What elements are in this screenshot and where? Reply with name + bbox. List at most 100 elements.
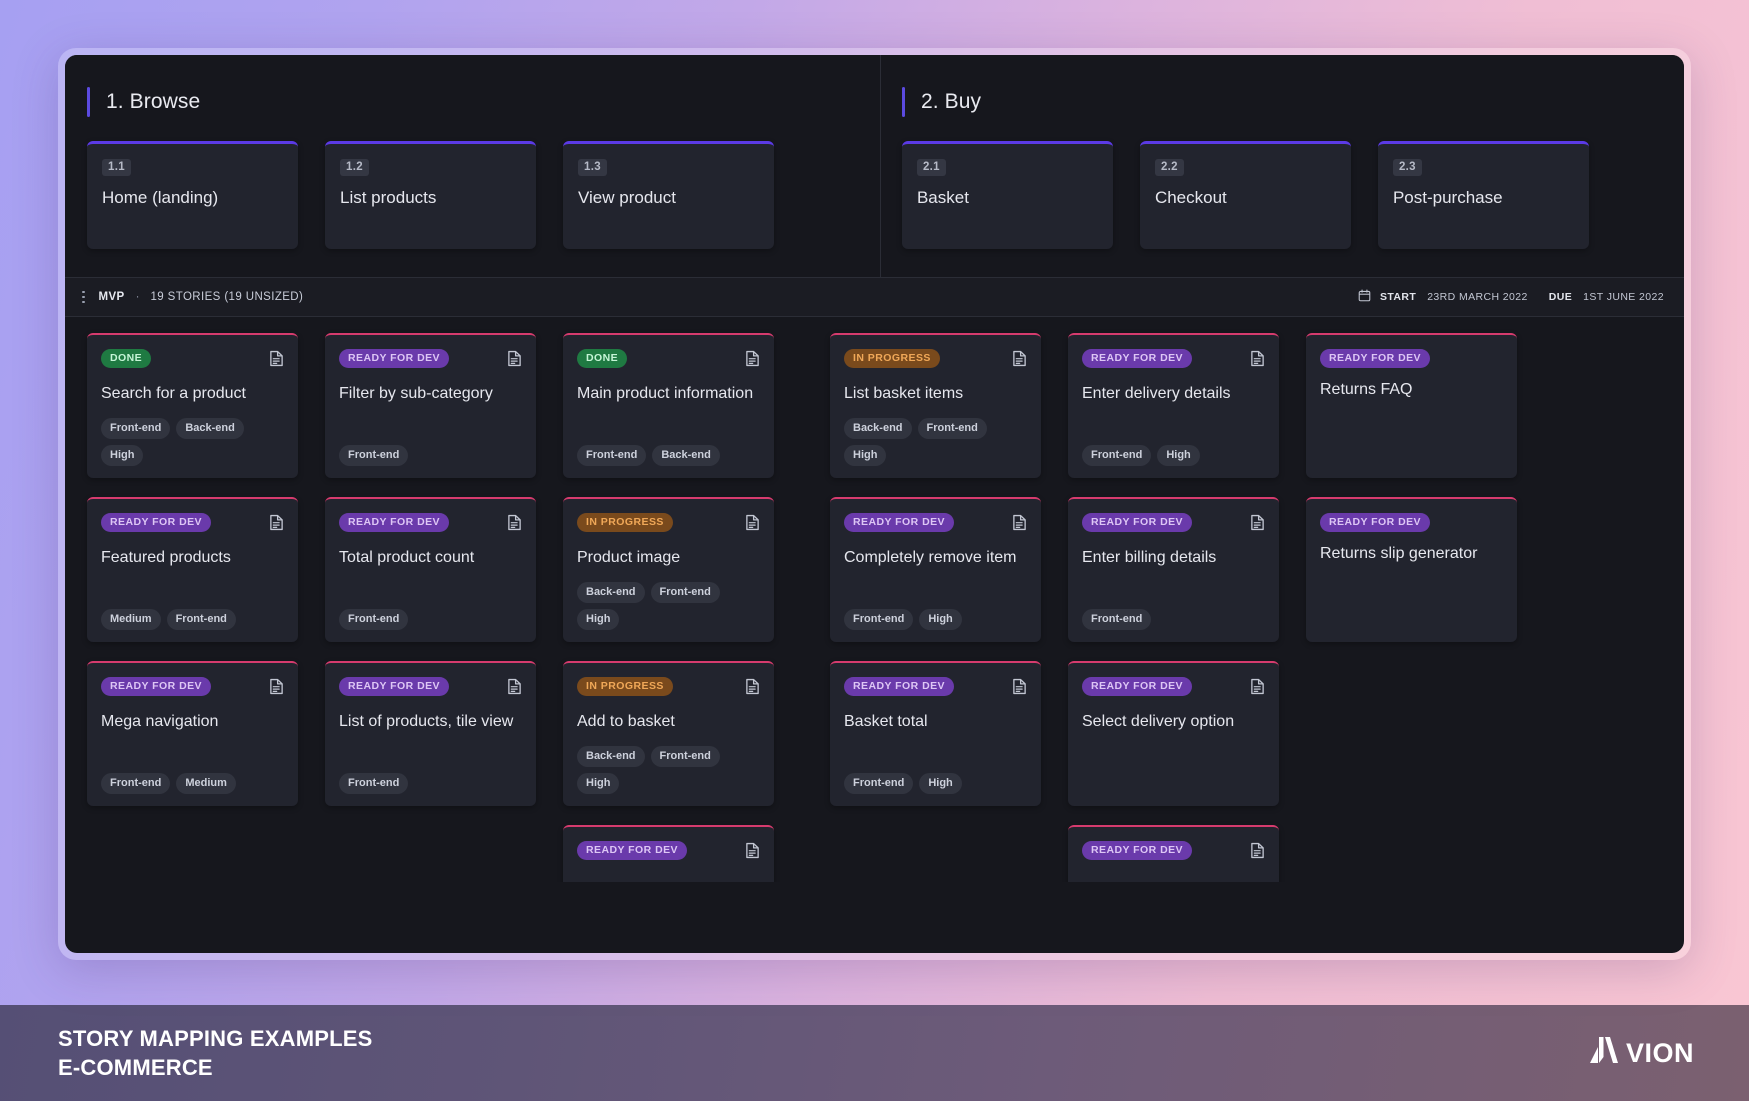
document-icon[interactable] [269,514,284,536]
document-icon[interactable] [1250,678,1265,700]
story-column-2.2: READY FOR DEV Enter delivery details Front… [1068,333,1279,882]
document-icon[interactable] [1012,514,1027,536]
document-icon[interactable] [1250,350,1265,372]
story-card-header: READY FOR DEV [844,677,1027,700]
story-card[interactable]: DONE Search for a product Front-end Back-en… [87,333,298,478]
kebab-menu-icon[interactable] [79,289,88,306]
story-card[interactable]: READY FOR DEV Returns FAQ [1306,333,1517,478]
story-card[interactable]: READY FOR DEV Mega navigation Front-end Med… [87,661,298,806]
story-card-header: READY FOR DEV [1320,349,1503,368]
story-tag-list: Back-end Front-end High [577,746,760,794]
story-title: Select delivery option [1082,713,1235,730]
story-card[interactable]: READY FOR DEV Completely remove item Front… [830,497,1041,642]
story-card-header: DONE [101,349,284,372]
story-tag: Medium [176,773,236,794]
story-card[interactable]: IN PROGRESS Product image Back-end Front-en… [563,497,774,642]
story-title: Main product information [577,385,754,402]
story-card[interactable]: IN PROGRESS Add to basket Back-end Front-en… [563,661,774,806]
story-card[interactable]: READY FOR DEV Returns slip generator [1306,497,1517,642]
story-card[interactable]: DONE Main product information Front-end Bac… [563,333,774,478]
story-tag: Front-end [844,609,914,630]
story-tag-list: Front-end Back-end [577,445,760,466]
step-name: Basket [916,188,969,207]
step-card[interactable]: 2.3 Post-purchase [1377,141,1589,249]
document-icon[interactable] [269,678,284,700]
app-window-frame: 1. Browse 1.1 Home (landing) 1.2 List pr… [58,48,1691,960]
story-card[interactable]: READY FOR DEV Featured products Medium Fron… [87,497,298,642]
story-tag-list: Front-end [339,773,522,794]
release-story-count: 19 STORIES (19 UNSIZED) [150,291,304,303]
story-card-header: READY FOR DEV [577,841,760,864]
document-icon[interactable] [745,842,760,864]
status-badge: READY FOR DEV [577,841,688,860]
story-card[interactable]: READY FOR DEV Enter delivery details Front… [1068,333,1279,478]
story-grid-area: DONE Search for a product Front-end Back-en… [65,317,1684,882]
status-badge: READY FOR DEV [101,677,212,696]
status-badge: READY FOR DEV [339,677,450,696]
story-card[interactable]: READY FOR DEV Filter by sub-category Front… [325,333,536,478]
activity-accent-bar [87,87,90,117]
footer-title-line2: E-COMMERCE [58,1055,213,1080]
story-tag-list: Front-end Back-end High [101,418,284,466]
story-tag-list: Front-end [1082,609,1265,630]
story-card[interactable]: READY FOR DEV [1068,825,1279,882]
story-card-header: READY FOR DEV [339,349,522,372]
step-card[interactable]: 2.1 Basket [901,141,1113,249]
story-tag: High [919,773,962,794]
document-icon[interactable] [269,350,284,372]
document-icon[interactable] [745,514,760,536]
story-tag: Front-end [166,609,236,630]
due-date-value: 1ST JUNE 2022 [1583,291,1664,303]
story-card-header: READY FOR DEV [1320,513,1503,532]
story-title: Returns slip generator [1320,545,1478,562]
document-icon[interactable] [507,514,522,536]
document-icon[interactable] [745,678,760,700]
step-number: 2.1 [916,159,946,176]
status-badge: READY FOR DEV [101,513,212,532]
document-icon[interactable] [1250,842,1265,864]
story-card-header: READY FOR DEV [844,513,1027,536]
document-icon[interactable] [1012,350,1027,372]
story-card[interactable]: IN PROGRESS List basket items Back-end Fron… [830,333,1041,478]
story-card[interactable]: READY FOR DEV Total product count Front-en… [325,497,536,642]
document-icon[interactable] [1250,514,1265,536]
story-tag-list: Front-end High [1082,445,1265,466]
story-map-board: 1. Browse 1.1 Home (landing) 1.2 List pr… [65,55,1684,953]
activity-group-buy: 2. Buy 2.1 Basket 2.2 Checkout 2.3 Post-… [879,55,1684,277]
story-tag: High [101,445,144,466]
step-card[interactable]: 2.2 Checkout [1139,141,1351,249]
story-card[interactable]: READY FOR DEV List of products, tile view… [325,661,536,806]
story-card[interactable]: READY FOR DEV Basket total Front-end High [830,661,1041,806]
step-card[interactable]: 1.3 View product [563,141,774,249]
story-title: Total product count [339,549,475,566]
story-title: Search for a product [101,385,246,402]
story-title: Returns FAQ [1320,381,1413,398]
story-card[interactable]: READY FOR DEV Select delivery option [1068,661,1279,806]
avion-logo-mark [1589,1037,1624,1069]
story-title: Add to basket [577,713,675,730]
story-card-header: IN PROGRESS [844,349,1027,372]
activity-title-row-buy: 2. Buy [880,87,1684,117]
story-card[interactable]: READY FOR DEV [563,825,774,882]
document-icon[interactable] [507,678,522,700]
story-columns: DONE Search for a product Front-end Back-en… [65,317,1684,882]
story-card-header: IN PROGRESS [577,677,760,700]
status-badge: READY FOR DEV [1082,841,1193,860]
story-tag-list: Front-end Medium [101,773,284,794]
step-card[interactable]: 1.2 List products [325,141,536,249]
story-tag: Front-end [917,418,987,439]
story-title: Basket total [844,713,928,730]
document-icon[interactable] [1012,678,1027,700]
document-icon[interactable] [507,350,522,372]
document-icon[interactable] [745,350,760,372]
release-bar: MVP · 19 STORIES (19 UNSIZED) START 23RD… [65,277,1684,317]
story-card[interactable]: READY FOR DEV Enter billing details Front-… [1068,497,1279,642]
story-title: Product image [577,549,681,566]
story-tag: Front-end [101,418,171,439]
story-tag: Front-end [1082,445,1152,466]
avion-brand-word: VION [1625,1037,1694,1068]
step-card[interactable]: 1.1 Home (landing) [87,141,298,249]
footer-title-line1: STORY MAPPING EXAMPLES [58,1025,373,1051]
story-tag: Front-end [844,773,914,794]
release-bar-left: MVP · 19 STORIES (19 UNSIZED) [79,289,303,306]
